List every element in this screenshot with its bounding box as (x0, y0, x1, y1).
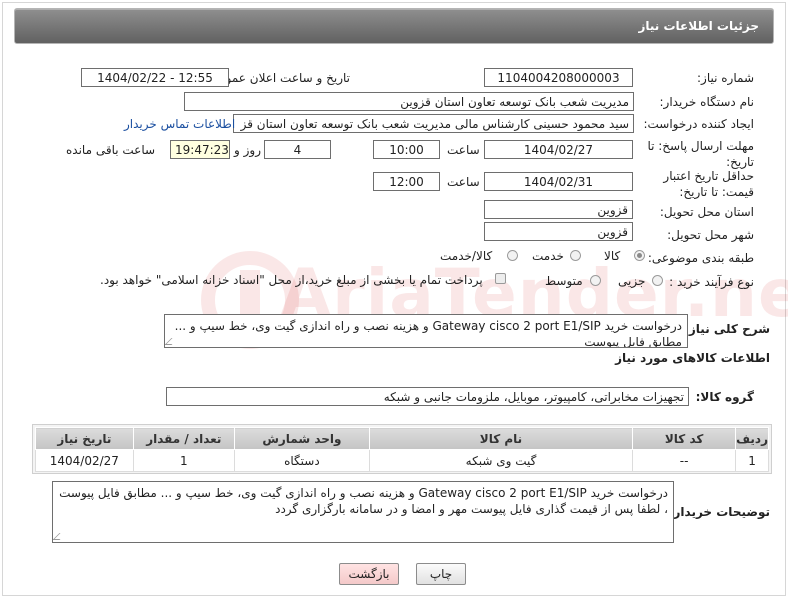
print-button[interactable]: چاپ (416, 563, 466, 585)
table-row[interactable]: 1 -- گیت وی شبکه دستگاه 1 1404/02/27 (35, 449, 769, 472)
cell-unit: دستگاه (233, 449, 370, 472)
announce-datetime-field[interactable]: 1404/02/22 - 12:55 (81, 68, 229, 87)
buyer-contact-link[interactable]: اطلاعات تماس خریدار (124, 117, 235, 131)
process-radio-minor[interactable] (652, 275, 663, 286)
process-option-medium: متوسط (545, 274, 583, 288)
need-number-field[interactable]: 1104004208000003 (484, 68, 633, 87)
items-table-wrap: ردیف کد کالا نام کالا واحد شمارش تعداد /… (32, 424, 772, 474)
remaining-time-field: 19:47:23 (170, 140, 230, 159)
col-header-row-no: ردیف (735, 427, 769, 450)
treasury-payment-note: پرداخت تمام یا بخشی از مبلغ خرید،از محل … (100, 273, 483, 287)
resize-handle-icon[interactable] (53, 533, 67, 540)
delivery-province-label: استان محل تحویل: (659, 205, 754, 219)
goods-info-title: اطلاعات کالاهای مورد نیاز (615, 351, 770, 365)
delivery-city-label: شهر محل تحویل: (667, 228, 754, 242)
buyer-notes-text: درخواست خرید Gateway cisco 2 port E1/SIP… (59, 486, 668, 516)
delivery-province-field[interactable]: قزوین (484, 200, 633, 219)
category-radio-goods[interactable] (634, 250, 645, 261)
page-title: جزئیات اطلاعات نیاز (638, 19, 759, 33)
cell-row-no: 1 (735, 449, 769, 472)
back-button[interactable]: بازگشت (339, 563, 399, 585)
category-option-goods-service: کالا/خدمت (440, 249, 493, 263)
remaining-days-field: 4 (264, 140, 331, 159)
remaining-time-label: ساعت باقی مانده (66, 143, 156, 157)
buyer-org-field[interactable]: مدیریت شعب بانک توسعه تعاون استان قزوین (184, 92, 634, 111)
general-description-text: درخواست خرید Gateway cisco 2 port E1/SIP… (174, 319, 682, 348)
process-type-label: نوع فرآیند خرید : (669, 275, 754, 289)
col-header-date: تاریخ نیاز (35, 427, 134, 450)
price-validity-time-label: ساعت (447, 175, 480, 189)
reply-deadline-time[interactable]: 10:00 (373, 140, 440, 159)
category-option-goods: کالا (604, 249, 621, 263)
cell-qty: 1 (132, 449, 235, 472)
buyer-org-label: نام دستگاه خریدار: (659, 95, 755, 109)
treasury-payment-checkbox[interactable] (495, 273, 506, 284)
requester-field[interactable]: سید محمود حسینی کارشناس مالی مدیریت شعب … (233, 114, 634, 133)
cell-date: 1404/02/27 (35, 449, 134, 472)
requester-label: ایجاد کننده درخواست: (643, 117, 754, 131)
general-description-label: شرح کلی نیاز: (684, 322, 770, 336)
category-option-service: خدمت (532, 249, 564, 263)
delivery-city-field[interactable]: قزوین (484, 222, 633, 241)
col-header-qty: تعداد / مقدار (132, 427, 235, 450)
price-validity-date[interactable]: 1404/02/31 (484, 172, 633, 191)
resize-handle-icon[interactable] (165, 338, 179, 345)
reply-deadline-date[interactable]: 1404/02/27 (484, 140, 633, 159)
need-number-label: شماره نیاز: (697, 71, 754, 85)
cell-code: -- (632, 449, 737, 472)
goods-group-field[interactable]: تجهیزات مخابراتی، کامپیوتر، موبایل، ملزو… (166, 387, 689, 406)
category-radio-goods-service[interactable] (507, 250, 518, 261)
category-label: طبقه بندی موضوعی: (647, 251, 754, 265)
col-header-unit: واحد شمارش (233, 427, 370, 450)
reply-deadline-label: مهلت ارسال پاسخ: تا تاریخ: (647, 139, 754, 169)
items-table-header-row: ردیف کد کالا نام کالا واحد شمارش تعداد /… (35, 427, 769, 450)
process-option-minor: جزیی (618, 274, 646, 288)
col-header-code: کد کالا (632, 427, 737, 450)
cell-name: گیت وی شبکه (368, 449, 634, 472)
process-radio-medium[interactable] (590, 275, 601, 286)
category-radio-service[interactable] (570, 250, 581, 261)
col-header-name: نام کالا (368, 427, 634, 450)
price-validity-time[interactable]: 12:00 (373, 172, 440, 191)
buyer-notes-textarea[interactable]: درخواست خرید Gateway cisco 2 port E1/SIP… (52, 481, 674, 543)
goods-group-label: گروه کالا: (695, 390, 754, 404)
price-validity-label: حداقل تاریخ اعتبار قیمت: تا تاریخ: (663, 169, 754, 199)
buyer-notes-label: توضیحات خریدار: (668, 505, 770, 519)
reply-time-label: ساعت (447, 143, 480, 157)
days-label: روز و (234, 143, 261, 157)
section-header: جزئیات اطلاعات نیاز (14, 8, 774, 44)
items-table: ردیف کد کالا نام کالا واحد شمارش تعداد /… (35, 427, 769, 472)
general-description-textarea[interactable]: درخواست خرید Gateway cisco 2 port E1/SIP… (164, 314, 688, 348)
